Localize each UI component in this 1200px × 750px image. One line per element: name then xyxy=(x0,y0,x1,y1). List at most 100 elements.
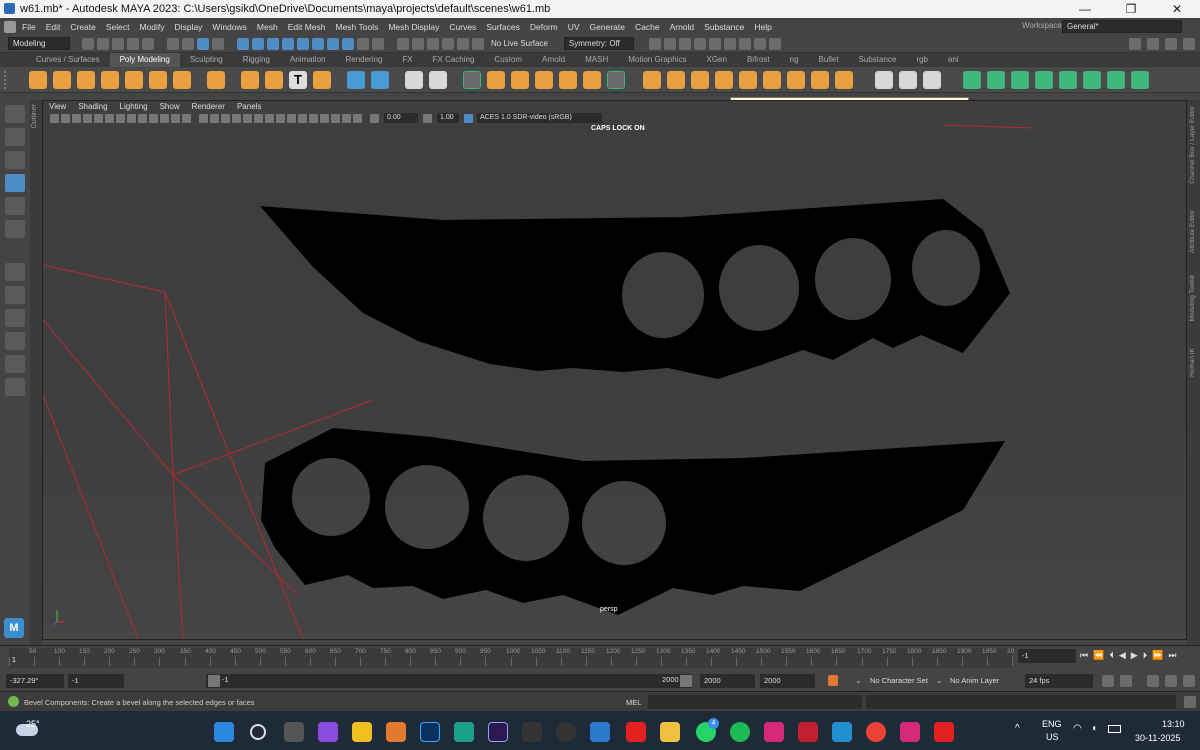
wireframe-icon[interactable] xyxy=(199,113,208,123)
color-space-dropdown[interactable]: ACES 1.0 SDR-video (sRGB) xyxy=(477,113,602,123)
xray-joints-icon[interactable] xyxy=(342,113,351,123)
motion-blur-icon[interactable] xyxy=(287,113,296,123)
panel-menu-item[interactable]: Renderer xyxy=(192,102,225,111)
pause-icon[interactable] xyxy=(769,37,782,50)
character-set-label[interactable]: No Character Set xyxy=(870,676,928,685)
auto-map-icon[interactable] xyxy=(1059,70,1077,89)
minimize-icon[interactable]: — xyxy=(1062,0,1108,18)
component-mode-icon[interactable] xyxy=(196,37,209,50)
exposure-field[interactable]: 0.00 xyxy=(384,113,418,123)
gamma-icon[interactable] xyxy=(423,113,432,123)
open-scene-icon[interactable] xyxy=(96,37,109,50)
poly-disc-icon[interactable] xyxy=(173,70,191,89)
snap-curve-icon[interactable] xyxy=(411,37,424,50)
select-mask-icon[interactable] xyxy=(211,37,224,50)
image-plane-icon[interactable] xyxy=(83,113,92,123)
insert-edge-loop-icon[interactable] xyxy=(559,70,577,89)
multi-cut-icon[interactable] xyxy=(463,70,481,89)
shelf-tab[interactable]: Animation xyxy=(280,53,336,67)
poly-plane-icon[interactable] xyxy=(149,70,167,89)
step-back-key-icon[interactable]: ⏪ xyxy=(1093,650,1104,661)
clock-date[interactable]: 30-11-2025 xyxy=(1135,733,1180,743)
exposure-icon[interactable] xyxy=(370,113,379,123)
extract-icon[interactable] xyxy=(607,70,625,89)
select-deformations-icon[interactable] xyxy=(296,37,309,50)
menu-item[interactable]: Substance xyxy=(704,22,744,32)
camera-attributes-icon[interactable] xyxy=(61,113,70,123)
youtube-icon[interactable] xyxy=(626,722,646,742)
2d-pan-zoom-icon[interactable] xyxy=(94,113,103,123)
menu-item[interactable]: Create xyxy=(70,22,96,32)
textured-icon[interactable] xyxy=(243,113,252,123)
screen-space-ao-icon[interactable] xyxy=(276,113,285,123)
menu-item[interactable]: Cache xyxy=(635,22,660,32)
coord-field[interactable]: -327.29° xyxy=(6,674,64,688)
play-forwards-icon[interactable]: ▶ xyxy=(1131,650,1138,661)
loop-icon[interactable] xyxy=(1101,675,1114,687)
menu-item[interactable]: Mesh Tools xyxy=(336,22,379,32)
menu-item[interactable]: Edit Mesh xyxy=(288,22,326,32)
lock-icon[interactable] xyxy=(356,37,369,50)
audio-icon[interactable] xyxy=(1146,675,1159,687)
maya-home-icon[interactable]: M xyxy=(4,618,24,638)
redo-icon[interactable] xyxy=(141,37,154,50)
anim-layer-icon[interactable]: ⌄ xyxy=(936,676,943,685)
command-line-input[interactable] xyxy=(648,695,862,709)
playback-settings-icon[interactable] xyxy=(1119,675,1132,687)
menu-item[interactable]: Arnold xyxy=(670,22,695,32)
panel-menu-item[interactable]: Panels xyxy=(237,102,261,111)
menu-item[interactable]: Deform xyxy=(530,22,558,32)
xray-components-icon[interactable] xyxy=(353,113,362,123)
bevel-icon[interactable] xyxy=(691,70,709,89)
offset-edge-loop-icon[interactable] xyxy=(583,70,601,89)
collapse-icon[interactable] xyxy=(787,70,805,89)
range-end-handle[interactable] xyxy=(680,675,692,687)
menu-item[interactable]: UV xyxy=(568,22,580,32)
search-icon[interactable] xyxy=(250,724,266,740)
step-back-frame-icon[interactable]: ⏴ xyxy=(1109,650,1114,661)
snap-view-plane-icon[interactable] xyxy=(456,37,469,50)
render-setup-icon[interactable] xyxy=(724,37,737,50)
connect-tool-icon[interactable] xyxy=(511,70,529,89)
resolution-gate-icon[interactable] xyxy=(138,113,147,123)
axis-orientation-icon[interactable] xyxy=(5,263,25,281)
menu-item[interactable]: Curves xyxy=(449,22,476,32)
menu-item[interactable]: Generate xyxy=(590,22,625,32)
after-effects-icon[interactable] xyxy=(488,722,508,742)
start-icon[interactable] xyxy=(214,722,234,742)
scale-tool-icon[interactable] xyxy=(5,220,25,238)
select-camera-icon[interactable] xyxy=(50,113,59,123)
instagram-icon[interactable] xyxy=(764,722,784,742)
range-start-handle[interactable] xyxy=(208,675,220,687)
select-surfaces-icon[interactable] xyxy=(281,37,294,50)
menu-item[interactable]: Edit xyxy=(46,22,61,32)
region-label[interactable]: US xyxy=(1046,732,1059,742)
menu-item[interactable]: Windows xyxy=(212,22,246,32)
move-tool-icon[interactable] xyxy=(5,174,25,192)
merge-icon[interactable] xyxy=(763,70,781,89)
playback-end-field[interactable]: 2000 xyxy=(700,674,755,688)
quad-draw-icon[interactable] xyxy=(535,70,553,89)
perspective-viewport[interactable] xyxy=(42,124,1186,640)
character-set-icon[interactable]: ⌄ xyxy=(855,676,862,685)
shelf-tab[interactable]: Curves / Surfaces xyxy=(26,53,110,67)
shelf-tab[interactable]: MASH xyxy=(575,53,618,67)
shadows-icon[interactable] xyxy=(265,113,274,123)
shelf-tab[interactable]: ng xyxy=(780,53,809,67)
menu-item[interactable]: File xyxy=(22,22,36,32)
workspace-dropdown[interactable]: General* xyxy=(1062,20,1182,33)
select-misc-icon[interactable] xyxy=(341,37,354,50)
instagram-icon-2[interactable] xyxy=(900,722,920,742)
snap-projected-center-icon[interactable] xyxy=(441,37,454,50)
chrome-icon[interactable] xyxy=(866,722,886,742)
step-forward-frame-icon[interactable]: ⏵ xyxy=(1143,650,1148,661)
menu-item[interactable]: Display xyxy=(175,22,203,32)
substance-icon[interactable] xyxy=(798,722,818,742)
layout-icon[interactable] xyxy=(1107,70,1125,89)
svg-icon[interactable] xyxy=(313,70,331,89)
timeline-extra-icon[interactable] xyxy=(1182,675,1195,687)
uv-editor-icon[interactable] xyxy=(963,70,981,89)
default-material-icon[interactable] xyxy=(221,113,230,123)
shelf-tab[interactable]: ani xyxy=(938,53,969,67)
panel-menu-item[interactable]: Lighting xyxy=(120,102,148,111)
